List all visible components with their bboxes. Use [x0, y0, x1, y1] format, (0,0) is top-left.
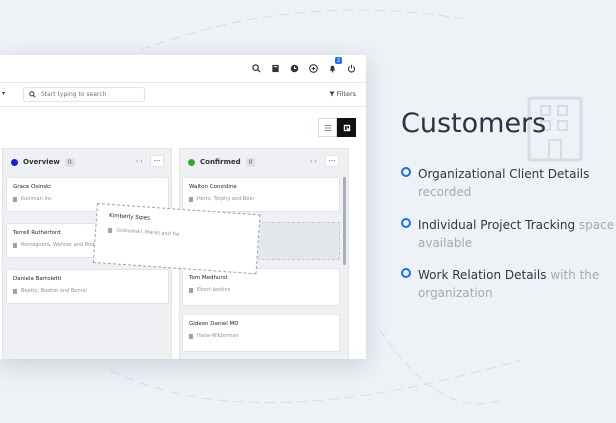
filter-bar: ▾ Filters	[0, 83, 366, 107]
feature-text: Organizational Client Details recorded	[418, 165, 616, 201]
card-company-row: Ebert-Jenkins	[189, 287, 230, 293]
building-icon	[13, 242, 17, 248]
list-view-button[interactable]	[318, 118, 337, 137]
bell-icon[interactable]: 2	[326, 57, 342, 75]
card-company-row: Beatty, Boehm and Bernal	[13, 288, 87, 294]
building-icon	[189, 287, 193, 293]
page-title: Customers	[401, 108, 547, 139]
list-item[interactable]: Daniela Bartoletti Beatty, Boehm and Ber…	[6, 269, 169, 304]
card-name: Kimberly Sipes	[108, 212, 151, 222]
card-name: Tom Medhurst	[189, 275, 228, 281]
feature-text: Work Relation Details with the organizat…	[418, 266, 616, 302]
bullet-ring-icon	[401, 268, 411, 278]
notification-badge: 2	[335, 57, 342, 64]
search-icon[interactable]	[250, 62, 263, 75]
list-item[interactable]: Gideon Daniel MD Hane-Wilderman	[182, 314, 340, 352]
feature-title: Work Relation Details	[418, 268, 547, 282]
card-name: Gideon Daniel MD	[189, 321, 239, 327]
status-dot-icon	[188, 158, 195, 166]
column-header: Overview 0 › ‹ ···	[3, 149, 171, 175]
filters-label: Filters	[336, 90, 356, 98]
card-company: Kuhlman Inc	[21, 196, 52, 202]
search-box[interactable]	[23, 87, 145, 102]
column-title: Confirmed	[200, 158, 241, 166]
card-company-row: Kuhlman Inc	[13, 196, 52, 202]
view-toggle	[318, 118, 356, 137]
column-menu-button[interactable]: ···	[150, 155, 164, 167]
dropdown-caret-icon[interactable]: ▾	[2, 90, 5, 97]
card-name: Terrell Rutherford	[13, 230, 61, 236]
top-toolbar: 2	[0, 55, 366, 83]
building-icon	[107, 227, 113, 233]
book-icon[interactable]	[269, 62, 282, 75]
card-name: Daniela Bartoletti	[13, 276, 62, 282]
funnel-icon	[328, 91, 335, 97]
card-company: Hane-Wilderman	[197, 333, 239, 339]
clock-icon[interactable]	[288, 62, 301, 75]
status-dot-icon	[11, 158, 18, 166]
card-company-row: Gutkowski, Marks and Fei	[107, 227, 180, 238]
building-icon	[189, 196, 193, 202]
filters-button[interactable]: Filters	[328, 90, 356, 98]
card-company: Gutkowski, Marks and Fei	[115, 227, 180, 238]
power-icon[interactable]	[345, 62, 358, 75]
feature-title: Organizational Client Details	[418, 167, 590, 181]
column-count: 0	[245, 157, 256, 167]
app-window: 2 ▾ Filters Overview 0 › ‹ ···	[0, 55, 366, 359]
card-company-row: Hertz, Torphy and Beer	[189, 196, 255, 202]
card-company: Ebert-Jenkins	[197, 287, 231, 293]
board-icon	[343, 124, 350, 131]
board-view-button[interactable]	[337, 118, 356, 137]
list-item[interactable]: Tom Medhurst Ebert-Jenkins	[182, 268, 340, 306]
plus-circle-icon[interactable]	[307, 62, 320, 75]
list-icon	[324, 124, 331, 131]
collapse-icon[interactable]: › ‹	[136, 158, 143, 165]
collapse-icon[interactable]: › ‹	[310, 158, 317, 165]
search-input[interactable]	[41, 91, 141, 98]
feature-title: Individual Project Tracking	[418, 218, 576, 232]
card-company-row: Hane-Wilderman	[189, 333, 239, 339]
feature-subtitle: recorded	[418, 185, 472, 199]
column-header: Confirmed 0 › ‹ ···	[180, 149, 348, 175]
feature-text: Individual Project Tracking space availa…	[418, 216, 616, 252]
dragging-card[interactable]: Kimberly Sipes Gutkowski, Marks and Fei	[92, 203, 261, 275]
list-item[interactable]: Walton Considine Hertz, Torphy and Beer	[182, 177, 340, 212]
column-title: Overview	[23, 158, 60, 166]
building-icon	[13, 196, 17, 202]
column-menu-button[interactable]: ···	[325, 155, 339, 167]
bullet-ring-icon	[401, 167, 411, 177]
card-company: Hertz, Torphy and Beer	[197, 196, 255, 202]
building-icon	[13, 288, 17, 294]
building-icon	[189, 333, 193, 339]
column-count: 0	[64, 157, 75, 167]
scrollbar[interactable]	[343, 177, 346, 265]
card-name: Grace Osinski	[13, 184, 51, 190]
card-company: Beatty, Boehm and Bernal	[21, 288, 87, 294]
card-name: Walton Considine	[189, 184, 237, 190]
bullet-ring-icon	[401, 218, 411, 228]
search-icon	[29, 91, 36, 98]
